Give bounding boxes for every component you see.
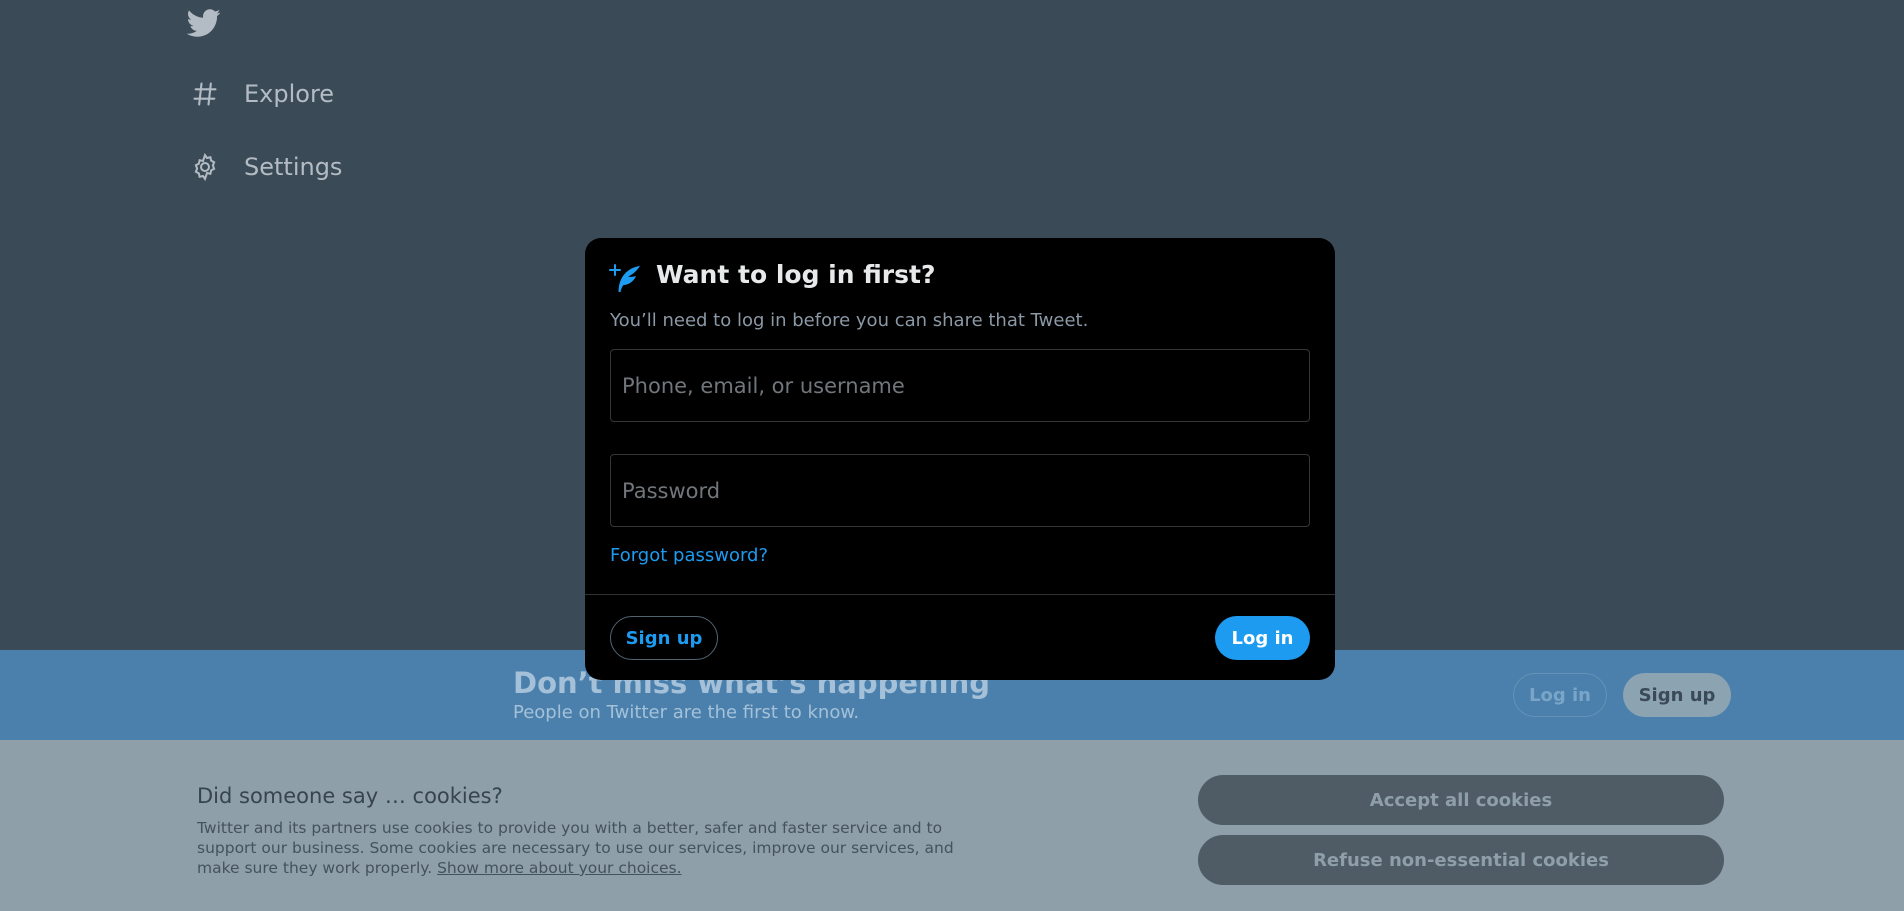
modal-divider: [585, 594, 1335, 595]
signup-button[interactable]: Sign up: [610, 616, 718, 660]
modal-title: Want to log in first?: [656, 260, 936, 289]
login-modal: Want to log in first? You’ll need to log…: [585, 238, 1335, 680]
nav-item-settings[interactable]: Settings: [190, 152, 342, 182]
cookie-choices-link[interactable]: Show more about your choices.: [437, 859, 681, 877]
modal-subtitle: You’ll need to log in before you can sha…: [610, 310, 1089, 331]
cookie-consent-bar: Did someone say … cookies? Twitter and i…: [0, 740, 1904, 911]
banner-login-button[interactable]: Log in: [1513, 673, 1607, 717]
quill-sparkle-icon: [609, 263, 643, 297]
password-input[interactable]: [610, 454, 1310, 527]
twitter-bird-icon[interactable]: [186, 6, 222, 40]
banner-signup-button[interactable]: Sign up: [1623, 673, 1731, 717]
accept-cookies-button[interactable]: Accept all cookies: [1198, 775, 1724, 825]
gear-icon: [190, 152, 220, 182]
nav-item-label: Settings: [244, 153, 343, 181]
login-button[interactable]: Log in: [1215, 616, 1310, 660]
cookie-body: Twitter and its partners use cookies to …: [197, 818, 997, 878]
nav-item-label: Explore: [244, 80, 335, 108]
forgot-password-link[interactable]: Forgot password?: [610, 545, 768, 566]
banner-subtitle: People on Twitter are the first to know.: [513, 702, 860, 723]
hashtag-icon: [190, 79, 220, 109]
cookie-title: Did someone say … cookies?: [197, 784, 503, 808]
username-input[interactable]: [610, 349, 1310, 422]
refuse-cookies-button[interactable]: Refuse non-essential cookies: [1198, 835, 1724, 885]
nav-item-explore[interactable]: Explore: [190, 79, 334, 109]
